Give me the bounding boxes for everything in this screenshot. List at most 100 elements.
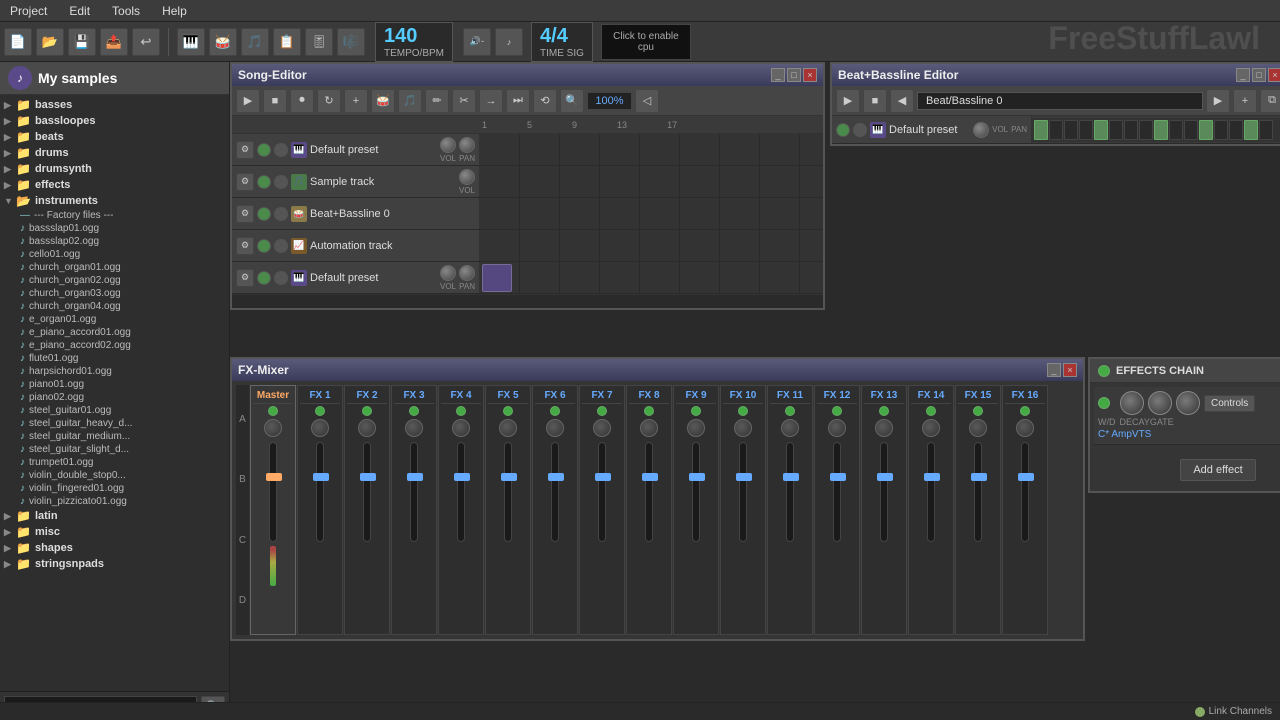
effect-gate-knob[interactable] (1176, 391, 1200, 415)
track-content[interactable] (480, 198, 823, 229)
file-church-organ01[interactable]: ♪ church_organ01.ogg (0, 261, 229, 274)
channel-fader[interactable] (974, 442, 982, 542)
channel-active-dot[interactable] (785, 406, 795, 416)
file-piano02[interactable]: ♪ piano02.ogg (0, 391, 229, 404)
channel-active-dot[interactable] (738, 406, 748, 416)
bbl-pad-4[interactable] (1079, 120, 1093, 140)
undo-button[interactable]: ↩ (132, 28, 160, 56)
bbl-preset[interactable]: Beat/Bassline 0 (917, 92, 1203, 110)
folder-drums[interactable]: ▶ 📁 drums (0, 145, 229, 161)
channel-fader[interactable] (1021, 442, 1029, 542)
track-settings-btn[interactable]: ⚙ (236, 205, 254, 223)
channel-active-dot[interactable] (1020, 406, 1030, 416)
link-channels[interactable]: Link Channels (1195, 706, 1272, 717)
file-steel-guitar-medium[interactable]: ♪ steel_guitar_medium... (0, 430, 229, 443)
channel-active-dot[interactable] (456, 406, 466, 416)
bbl-titlebar[interactable]: Beat+Bassline Editor _ □ × (832, 64, 1280, 86)
channel-active-dot[interactable] (691, 406, 701, 416)
fx-mixer-titlebar[interactable]: FX-Mixer _ × (232, 359, 1083, 381)
folder-stringsnpads[interactable]: ▶ 📁 stringsnpads (0, 556, 229, 572)
new-button[interactable]: 📄 (4, 28, 32, 56)
track-solo-btn[interactable] (274, 239, 288, 253)
channel-knob[interactable] (593, 419, 611, 437)
menu-help[interactable]: Help (158, 2, 191, 20)
file-steel-guitar-slight[interactable]: ♪ steel_guitar_slight_d... (0, 443, 229, 456)
record-button[interactable]: ⏺ (290, 89, 314, 113)
folder-instruments[interactable]: ▼ 📂 instruments (0, 193, 229, 209)
track-solo-btn[interactable] (274, 271, 288, 285)
minimize-button[interactable]: _ (1047, 363, 1061, 377)
piano-roll-btn[interactable]: 🎼 (337, 28, 365, 56)
close-button[interactable]: × (803, 68, 817, 82)
track-content[interactable] (480, 134, 823, 165)
file-steel-guitar-heavy[interactable]: ♪ steel_guitar_heavy_d... (0, 417, 229, 430)
track-mute-btn[interactable] (257, 175, 271, 189)
channel-knob[interactable] (828, 419, 846, 437)
maximize-button[interactable]: □ (787, 68, 801, 82)
loop2-btn[interactable]: ⟲ (533, 89, 557, 113)
bbl-pad-1[interactable] (1034, 120, 1048, 140)
export-button[interactable]: 📤 (100, 28, 128, 56)
channel-knob[interactable] (875, 419, 893, 437)
track-content[interactable] (480, 166, 823, 197)
channel-active-dot[interactable] (409, 406, 419, 416)
bbl-pad-5[interactable] (1094, 120, 1108, 140)
menu-project[interactable]: Project (6, 2, 51, 20)
channel-active-dot[interactable] (268, 406, 278, 416)
cpu-meter[interactable]: Click to enable cpu (601, 24, 691, 60)
track-solo-btn[interactable] (274, 207, 288, 221)
channel-active-dot[interactable] (550, 406, 560, 416)
channel-fader[interactable] (269, 442, 277, 542)
channel-fader[interactable] (786, 442, 794, 542)
draw-btn[interactable]: ✏ (425, 89, 449, 113)
channel-active-dot[interactable] (879, 406, 889, 416)
channel-knob[interactable] (734, 419, 752, 437)
tempo-section[interactable]: 140 TEMPO/BPM (375, 22, 453, 62)
file-steel-guitar01[interactable]: ♪ steel_guitar01.ogg (0, 404, 229, 417)
open-button[interactable]: 📂 (36, 28, 64, 56)
effect-decay-knob[interactable] (1148, 391, 1172, 415)
channel-active-dot[interactable] (503, 406, 513, 416)
channel-fader[interactable] (833, 442, 841, 542)
bbl-pad-11[interactable] (1184, 120, 1198, 140)
track-settings-btn[interactable]: ⚙ (236, 141, 254, 159)
file-flute01[interactable]: ♪ flute01.ogg (0, 352, 229, 365)
channel-active-dot[interactable] (926, 406, 936, 416)
channel-fader[interactable] (551, 442, 559, 542)
bbl-pad-10[interactable] (1169, 120, 1183, 140)
folder-misc[interactable]: ▶ 📁 misc (0, 524, 229, 540)
folder-latin[interactable]: ▶ 📁 latin (0, 508, 229, 524)
channel-knob[interactable] (640, 419, 658, 437)
folder-bassloopes[interactable]: ▶ 📁 bassloopes (0, 113, 229, 129)
patterns-btn[interactable]: 📋 (273, 28, 301, 56)
bbl-stop-btn[interactable]: ■ (863, 89, 887, 113)
file-violin-double[interactable]: ♪ violin_double_stop0... (0, 469, 229, 482)
channel-knob[interactable] (922, 419, 940, 437)
folder-basses[interactable]: ▶ 📁 basses (0, 97, 229, 113)
vol-knob[interactable] (440, 265, 456, 281)
effects-active-dot[interactable] (1098, 365, 1110, 377)
bbl-pad-8[interactable] (1139, 120, 1153, 140)
channel-knob[interactable] (311, 419, 329, 437)
file-violin-fingered01[interactable]: ♪ violin_fingered01.ogg (0, 482, 229, 495)
channel-fader[interactable] (363, 442, 371, 542)
track-settings-btn[interactable]: ⚙ (236, 173, 254, 191)
channel-knob[interactable] (499, 419, 517, 437)
stop-button[interactable]: ■ (263, 89, 287, 113)
channel-fader[interactable] (927, 442, 935, 542)
file-e-organ01[interactable]: ♪ e_organ01.ogg (0, 313, 229, 326)
timesig-section[interactable]: 4/4 TIME SIG (531, 22, 593, 62)
bbl-pad-16[interactable] (1259, 120, 1273, 140)
channel-knob[interactable] (687, 419, 705, 437)
track-mute-btn[interactable] (257, 271, 271, 285)
channel-fader[interactable] (598, 442, 606, 542)
folder-effects[interactable]: ▶ 📁 effects (0, 177, 229, 193)
bbl-pad-9[interactable] (1154, 120, 1168, 140)
bbl-vol-knob[interactable] (973, 122, 989, 138)
loop-button[interactable]: ↻ (317, 89, 341, 113)
track-settings-btn[interactable]: ⚙ (236, 269, 254, 287)
file-bassslap01[interactable]: ♪ bassslap01.ogg (0, 222, 229, 235)
track-content[interactable] (480, 262, 823, 293)
add-effect-button[interactable]: Add effect (1180, 459, 1255, 481)
erase-btn[interactable]: ✂ (452, 89, 476, 113)
